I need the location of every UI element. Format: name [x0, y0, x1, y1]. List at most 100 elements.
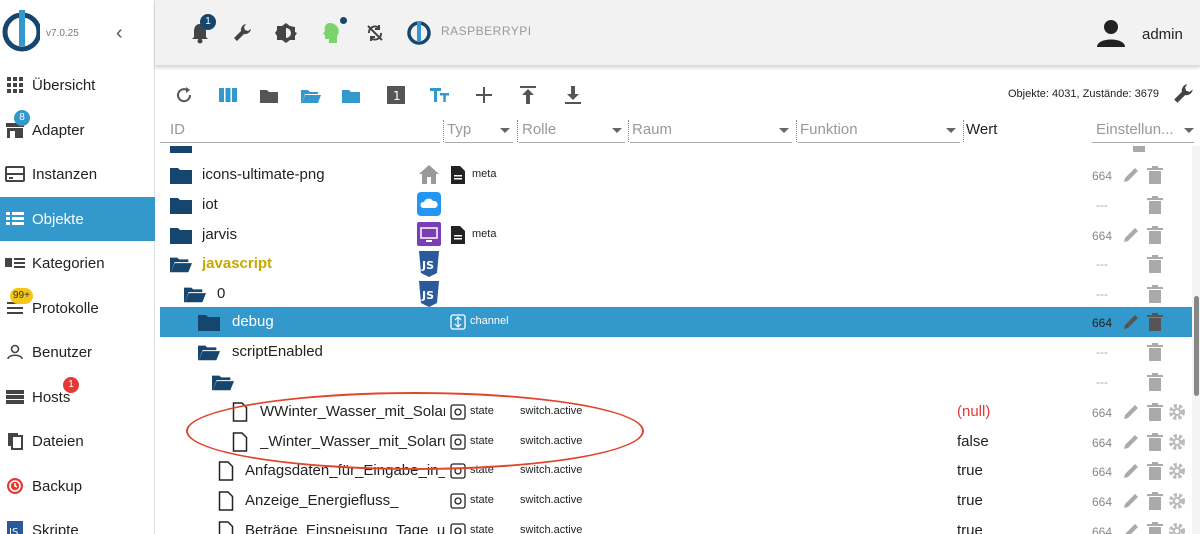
object-role: switch.active [520, 405, 583, 417]
table-row[interactable]: WWinter_Wasser_mit_Soları state switch.a… [160, 397, 1198, 427]
edit-pencil-icon[interactable] [1122, 433, 1140, 451]
role-dropdown-icon[interactable] [612, 128, 622, 133]
edit-pencil-icon[interactable] [1122, 403, 1140, 421]
delete-icon[interactable] [1146, 313, 1164, 331]
sidebar: v7.0.25 ‹ Übersicht 8 Adapter Instanzen … [0, 0, 155, 534]
sidebar-item-protokolle[interactable]: 99+ Protokolle [0, 286, 155, 330]
edit-pencil-icon[interactable] [1122, 462, 1140, 480]
upload-icon[interactable] [517, 84, 539, 106]
edit-pencil-icon[interactable] [1122, 313, 1140, 331]
gear-icon[interactable] [1168, 522, 1186, 534]
folder-blue-icon[interactable] [340, 84, 362, 106]
expand-level-icon[interactable]: 1 [385, 84, 407, 106]
edit-pencil-icon[interactable] [1122, 492, 1140, 510]
table-row[interactable]: jarvis meta 664 [160, 220, 1198, 250]
sidebar-item-dateien[interactable]: Dateien [0, 419, 155, 463]
sidebar-item-kategorien[interactable]: Kategorien [0, 241, 155, 285]
table-row[interactable]: --- [160, 367, 1198, 397]
columns-icon[interactable] [217, 84, 239, 106]
object-value[interactable]: true [957, 492, 983, 509]
delete-icon[interactable] [1146, 522, 1164, 534]
object-tree: icons-ultimate-png meta 664 iot --- jarv… [160, 146, 1200, 534]
settings-dropdown-icon[interactable] [1184, 128, 1194, 133]
table-row-selected[interactable]: debug channel 664 [160, 307, 1198, 337]
type-dropdown-icon[interactable] [500, 128, 510, 133]
object-name: iot [202, 196, 218, 213]
scrollbar-thumb[interactable] [1194, 296, 1199, 396]
expert-mode-head-icon[interactable] [319, 20, 345, 46]
delete-icon[interactable] [1146, 196, 1164, 214]
wrench-icon[interactable] [230, 20, 256, 46]
categories-icon [5, 253, 25, 273]
refresh-icon[interactable] [173, 84, 195, 106]
folder-icon [170, 146, 192, 153]
delete-icon[interactable] [1146, 462, 1164, 480]
brightness-icon[interactable] [273, 20, 299, 46]
edit-pencil-icon[interactable] [1122, 226, 1140, 244]
column-room[interactable]: Raum [632, 121, 672, 138]
table-row[interactable]: javascript JS --- [160, 249, 1198, 279]
table-row[interactable]: Anfagsdaten_für_Eingabe_in_I state switc… [160, 456, 1198, 486]
sidebar-item-uebersicht[interactable]: Übersicht [0, 63, 155, 107]
delete-icon[interactable] [1146, 226, 1164, 244]
download-icon[interactable] [562, 84, 584, 106]
delete-icon[interactable] [1146, 285, 1164, 303]
function-dropdown-icon[interactable] [946, 128, 956, 133]
sidebar-item-benutzer[interactable]: Benutzer [0, 330, 155, 374]
delete-icon[interactable] [1146, 403, 1164, 421]
sidebar-item-skripte[interactable]: JS Skripte [0, 508, 155, 534]
table-row[interactable]: icons-ultimate-png meta 664 [160, 160, 1198, 190]
table-row[interactable]: iot --- [160, 190, 1198, 220]
user-icon [5, 342, 25, 362]
edit-pencil-icon[interactable] [1122, 166, 1140, 184]
delete-icon[interactable] [1146, 433, 1164, 451]
folder-open-icon[interactable] [300, 84, 322, 106]
house-icon [419, 165, 439, 184]
collapse-sidebar-icon[interactable]: ‹ [116, 22, 123, 45]
delete-icon[interactable] [1146, 255, 1164, 273]
object-value[interactable]: true [957, 522, 983, 534]
room-dropdown-icon[interactable] [779, 128, 789, 133]
column-settings[interactable]: Einstellun... [1096, 121, 1174, 138]
gear-icon[interactable] [1168, 462, 1186, 480]
sync-off-icon[interactable] [362, 20, 388, 46]
table-row[interactable]: _Winter_Wasser_mit_Solaru state switch.a… [160, 427, 1198, 457]
delete-icon[interactable] [1146, 373, 1164, 391]
table-row[interactable]: Anzeige_Energiefluss_ state switch.activ… [160, 486, 1198, 516]
table-row[interactable]: Beträge_Einspeisung_Tage_un state switch… [160, 516, 1198, 534]
iobroker-logo-icon [2, 10, 40, 52]
object-value[interactable]: false [957, 433, 989, 450]
gear-icon[interactable] [1168, 433, 1186, 451]
delete-icon[interactable] [1146, 492, 1164, 510]
delete-icon[interactable] [1146, 166, 1164, 184]
object-value[interactable]: (null) [957, 403, 990, 420]
gear-icon[interactable] [1168, 492, 1186, 510]
column-role[interactable]: Rolle [522, 121, 556, 138]
acl-value: 664 [1092, 525, 1113, 534]
delete-icon[interactable] [1130, 146, 1148, 152]
column-function[interactable]: Funktion [800, 121, 858, 138]
column-type[interactable]: Typ [447, 121, 471, 138]
folder-icon[interactable] [258, 84, 280, 106]
edit-pencil-icon[interactable] [1122, 522, 1140, 534]
table-row[interactable] [160, 146, 1198, 160]
gear-icon[interactable] [1168, 403, 1186, 421]
role-filter-underline [519, 142, 625, 143]
column-id[interactable]: ID [170, 121, 185, 138]
table-row[interactable]: scriptEnabled --- [160, 337, 1198, 367]
sidebar-item-backup[interactable]: Backup [0, 464, 155, 508]
username-label[interactable]: admin [1142, 26, 1183, 43]
sidebar-item-hosts[interactable]: 1 Hosts [0, 375, 155, 419]
table-row[interactable]: 0 JS --- [160, 279, 1198, 309]
user-avatar-icon[interactable] [1095, 18, 1127, 48]
sidebar-item-adapter[interactable]: 8 Adapter [0, 108, 155, 152]
list-icon [5, 209, 25, 229]
add-icon[interactable] [473, 84, 495, 106]
sidebar-item-objekte[interactable]: Objekte [0, 197, 155, 241]
sidebar-item-instanzen[interactable]: Instanzen [0, 152, 155, 196]
object-value[interactable]: true [957, 462, 983, 479]
settings-wrench-icon[interactable] [1171, 81, 1197, 107]
text-size-icon[interactable] [429, 84, 451, 106]
object-name: debug [232, 313, 274, 330]
delete-icon[interactable] [1146, 343, 1164, 361]
